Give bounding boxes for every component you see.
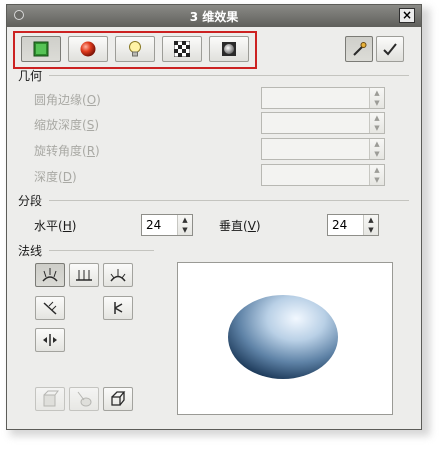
segments-section-label: 分段	[18, 194, 43, 208]
spherical-normals-button[interactable]	[103, 263, 133, 287]
scaled-depth-label: 缩放深度(S)	[34, 118, 99, 132]
assign-button[interactable]	[345, 36, 373, 62]
close-button[interactable]: ×	[399, 8, 415, 23]
geometry-section-label: 几何	[18, 69, 43, 83]
sphere-preview	[228, 295, 338, 379]
window-title: 3 维效果	[189, 10, 239, 24]
spin-arrows[interactable]: ▲ ▼	[177, 215, 192, 235]
depth-label: 深度(D)	[34, 170, 77, 184]
rotation-angle-spinbox[interactable]: ▲ ▼	[261, 138, 385, 160]
segments-divider	[49, 200, 409, 201]
horizontal-spinbox[interactable]: 24 ▲ ▼	[141, 214, 193, 236]
material-button[interactable]	[209, 36, 249, 62]
shading-button[interactable]	[68, 36, 108, 62]
invert-normals-button[interactable]	[35, 296, 65, 320]
spin-arrows[interactable]: ▲ ▼	[363, 215, 378, 235]
double-sided-icon	[43, 334, 57, 346]
3d-preview-area[interactable]	[177, 262, 393, 415]
pipette-icon	[353, 42, 367, 56]
apply-button[interactable]	[376, 36, 404, 62]
flat-normals-icon	[76, 270, 92, 281]
rotation-angle-label: 旋转角度(R)	[34, 144, 100, 158]
lathe-icon	[77, 391, 92, 407]
normals-section-label: 法线	[18, 244, 43, 258]
textures-button[interactable]	[162, 36, 202, 62]
double-sided-button[interactable]	[35, 328, 65, 352]
light-bulb-icon	[129, 41, 141, 57]
geometry-divider	[49, 75, 409, 76]
vertical-label: 垂直(V)	[219, 219, 261, 233]
convert-to-3d-button[interactable]	[35, 387, 65, 411]
dialog-window: 3 维效果 × 几何 圆角边缘(O) ▲ ▼ 缩放深度(S) ▲ ▼ 旋转角度(…	[6, 4, 422, 430]
spin-arrows[interactable]: ▲ ▼	[369, 113, 384, 133]
preview-sphere	[228, 295, 338, 379]
convert-3d-icon	[43, 390, 59, 407]
convert-to-lathe-button[interactable]	[69, 387, 99, 411]
green-cube-icon	[33, 41, 49, 57]
object-specific-normals-button[interactable]	[35, 263, 65, 287]
object-specific-normals-icon	[42, 268, 58, 282]
depth-spinbox[interactable]: ▲ ▼	[261, 164, 385, 186]
spin-arrows[interactable]: ▲ ▼	[369, 88, 384, 108]
flat-normals-button[interactable]	[69, 263, 99, 287]
horizontal-label: 水平(H)	[34, 219, 77, 233]
scaled-depth-spinbox[interactable]: ▲ ▼	[261, 112, 385, 134]
checkerboard-icon	[174, 41, 190, 57]
double-sided-illumination-icon	[114, 302, 123, 314]
spherical-normals-icon	[110, 269, 126, 282]
title-bar[interactable]: 3 维效果 ×	[7, 5, 421, 27]
illumination-button[interactable]	[115, 36, 155, 62]
normals-divider	[49, 250, 154, 251]
geometry-button[interactable]	[21, 36, 61, 62]
material-sphere-icon	[222, 42, 236, 56]
double-sided-illumination-button[interactable]	[103, 296, 133, 320]
spin-arrows[interactable]: ▲ ▼	[369, 139, 384, 159]
invert-normals-icon	[43, 301, 57, 315]
vertical-spinbox[interactable]: 24 ▲ ▼	[327, 214, 379, 236]
red-sphere-icon	[80, 41, 96, 57]
rounded-edges-label: 圆角边缘(O)	[34, 93, 101, 107]
spin-arrows[interactable]: ▲ ▼	[369, 165, 384, 185]
perspective-button[interactable]	[103, 387, 133, 411]
checkmark-icon	[383, 43, 397, 56]
perspective-icon	[111, 391, 126, 406]
rounded-edges-spinbox[interactable]: ▲ ▼	[261, 87, 385, 109]
